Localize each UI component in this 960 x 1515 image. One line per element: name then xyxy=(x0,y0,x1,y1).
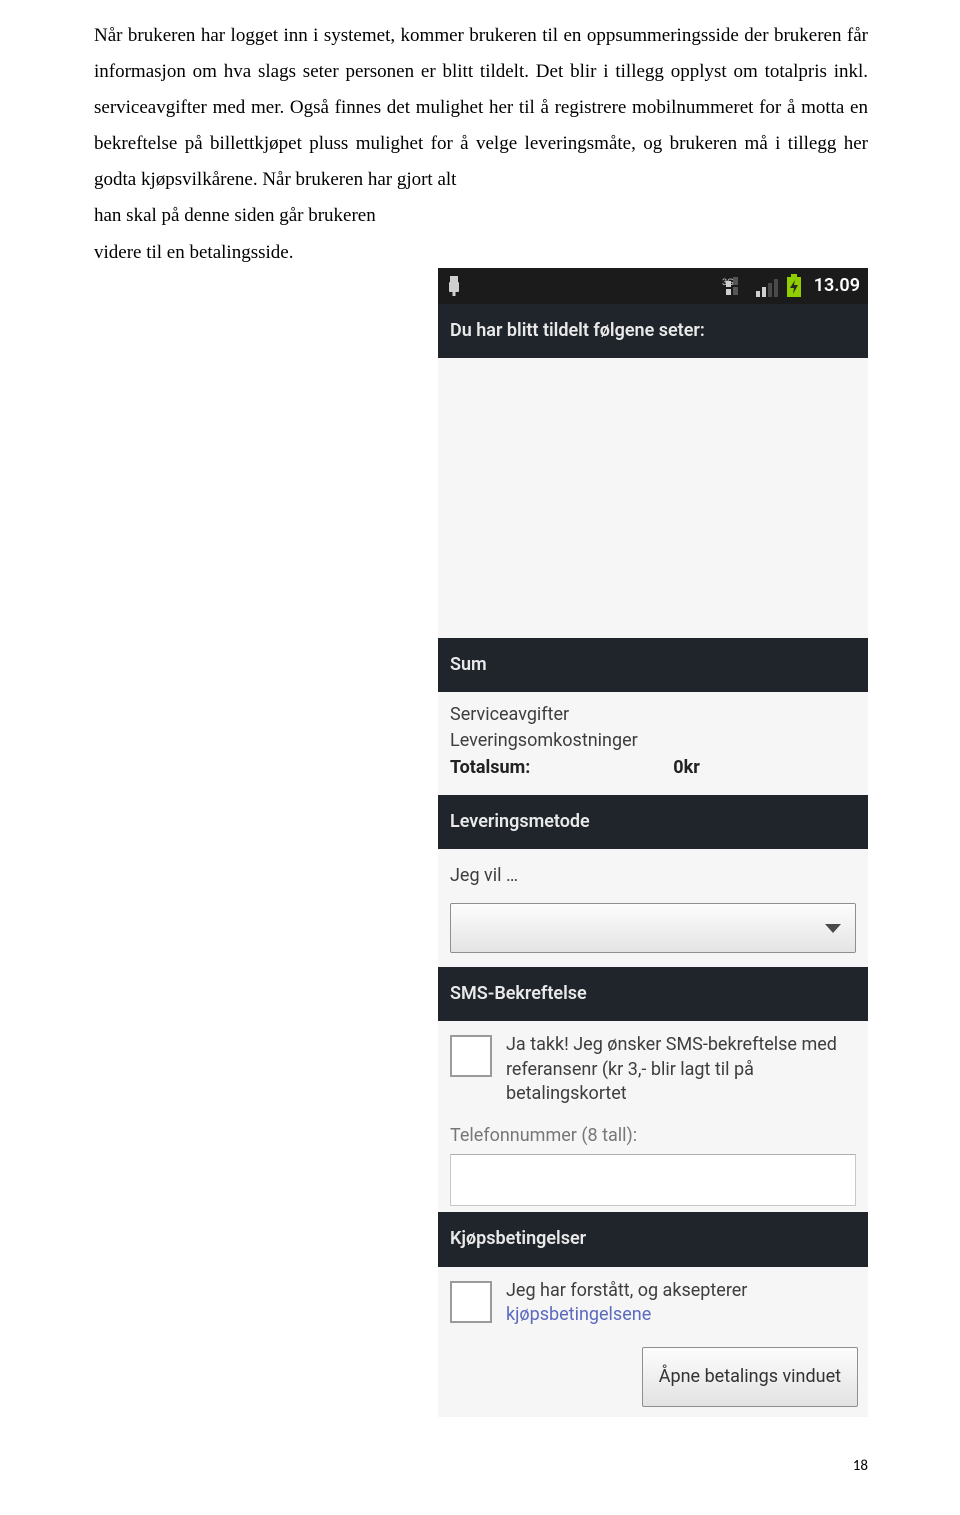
delivery-dropdown[interactable] xyxy=(450,903,856,953)
open-payment-button[interactable]: Åpne betalings vinduet xyxy=(642,1347,858,1407)
terms-link[interactable]: kjøpsbetingelsene xyxy=(506,1304,651,1325)
total-label: Totalsum: xyxy=(450,755,673,781)
body-line-6: han skal på denne siden går brukeren xyxy=(94,198,868,234)
terms-checkbox[interactable] xyxy=(450,1281,492,1323)
body-line-7: videre til en betalingsside. xyxy=(94,235,868,271)
sms-header: SMS-Bekreftelse xyxy=(438,967,868,1021)
body-paragraph: Når brukeren har logget inn i systemet, … xyxy=(94,18,868,198)
usb-icon xyxy=(444,274,464,298)
battery-icon xyxy=(786,274,802,298)
chevron-down-icon xyxy=(825,924,841,933)
terms-text: Jeg har forstått, og aksepterer kjøpsbet… xyxy=(506,1279,856,1328)
sum-header: Sum xyxy=(438,638,868,692)
network-3g-icon: 3G xyxy=(722,275,750,297)
android-status-bar: 3G 13.09 xyxy=(438,268,868,304)
delivery-header: Leveringsmetode xyxy=(438,795,868,849)
delivery-cost-label: Leveringsomkostninger xyxy=(450,728,856,754)
status-clock: 13.09 xyxy=(808,269,862,303)
phone-number-input[interactable] xyxy=(450,1154,856,1206)
seats-content-area xyxy=(438,358,868,638)
sms-body: Ja takk! Jeg ønsker SMS-bekreftelse med … xyxy=(438,1021,868,1212)
sms-checkbox[interactable] xyxy=(450,1035,492,1077)
service-fee-label: Serviceavgifter xyxy=(450,702,856,728)
seats-header: Du har blitt tildelt følgene seter: xyxy=(438,304,868,358)
delivery-body: Jeg vil … xyxy=(438,849,868,967)
signal-icon xyxy=(756,275,780,297)
terms-body: Jeg har forstått, og aksepterer kjøpsbet… xyxy=(438,1267,868,1342)
terms-header: Kjøpsbetingelser xyxy=(438,1212,868,1266)
terms-text-pre: Jeg har forstått, og aksepterer xyxy=(506,1280,747,1301)
phone-number-label: Telefonnummer (8 tall): xyxy=(450,1124,856,1148)
sum-body: Serviceavgifter Leveringsomkostninger To… xyxy=(438,692,868,794)
footer-bar: Åpne betalings vinduet xyxy=(438,1341,868,1417)
page-number: 18 xyxy=(853,1452,868,1481)
delivery-prompt: Jeg vil … xyxy=(450,859,856,893)
total-value: 0kr xyxy=(673,755,700,781)
phone-screenshot: 3G 13.09 xyxy=(438,268,868,1417)
sms-opt-in-text: Ja takk! Jeg ønsker SMS-bekreftelse med … xyxy=(506,1033,856,1106)
